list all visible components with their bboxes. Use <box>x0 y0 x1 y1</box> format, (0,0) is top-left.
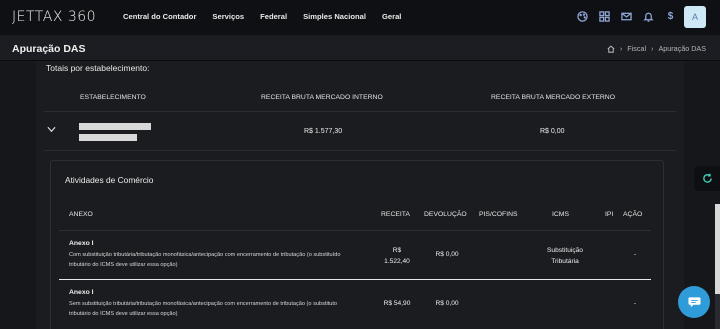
receita-value: R$ 1.522,40 <box>377 245 417 267</box>
chat-icon <box>687 297 701 308</box>
app-logo[interactable]: JETTAX 360 <box>12 9 96 25</box>
table-row: Anexo I Com substituição tributária/trib… <box>59 232 651 280</box>
anexo-name: Anexo I <box>69 289 94 296</box>
col-receita: RECEITA <box>381 211 410 218</box>
page-title: Apuração DAS <box>12 43 86 55</box>
nav-servicos[interactable]: Serviços <box>212 12 244 21</box>
col-estabelecimento: ESTABELECIMENTO <box>80 94 146 101</box>
receita-value: R$ 54,90 <box>383 300 411 307</box>
receita-amount: 1.522,40 <box>384 258 410 265</box>
avatar[interactable]: A <box>684 6 706 28</box>
icms-line-1: Substituição <box>547 247 583 254</box>
top-icon-group: $ <box>577 11 676 22</box>
col-devolucao: DEVOLUÇÃO <box>424 211 467 218</box>
atividades-title: Atividades de Comércio <box>65 175 154 185</box>
nav-central-do-contador[interactable]: Central do Contador <box>123 12 196 21</box>
page-header: Apuração DAS › Fiscal › Apuração DAS <box>0 35 720 61</box>
dollar-icon[interactable]: $ <box>665 11 676 22</box>
breadcrumb-separator: › <box>619 44 623 53</box>
bell-icon[interactable] <box>643 11 654 22</box>
col-receita-interno: RECEITA BRUTA MERCADO INTERNO <box>261 94 383 101</box>
devolucao-value: R$ 0,00 <box>435 251 459 258</box>
col-ipi: IPI <box>605 211 614 218</box>
icms-line-2: Tributária <box>551 258 579 265</box>
col-pis-cofins: PIS/COFINS <box>479 211 518 218</box>
nav-simples-nacional[interactable]: Simples Nacional <box>303 12 366 21</box>
palette-icon[interactable] <box>577 11 588 22</box>
chat-button[interactable] <box>678 286 710 318</box>
home-icon[interactable] <box>607 45 615 53</box>
breadcrumb-fiscal[interactable]: Fiscal <box>627 44 646 53</box>
col-icms: ICMS <box>552 211 569 218</box>
main-nav: Central do Contador Serviços Federal Sim… <box>123 12 401 21</box>
mail-icon[interactable] <box>621 11 632 22</box>
nav-geral[interactable]: Geral <box>382 12 401 21</box>
redacted-estabelecimento-cnpj <box>79 134 137 141</box>
scrollbar-thumb[interactable] <box>715 204 720 294</box>
col-anexo: ANEXO <box>69 211 93 218</box>
nav-federal[interactable]: Federal <box>260 12 287 21</box>
anexo-description: Sem substituição tributária/tributação m… <box>69 301 338 317</box>
grid-icon[interactable] <box>599 11 610 22</box>
col-receita-externo: RECEITA BRUTA MERCADO EXTERNO <box>491 94 615 101</box>
icms-value: Substituição Tributária <box>529 245 601 267</box>
refresh-icon <box>702 173 712 183</box>
acao-value[interactable]: - <box>623 300 647 307</box>
redacted-estabelecimento-name <box>79 123 151 130</box>
anexo-name: Anexo I <box>69 240 94 247</box>
sync-button[interactable] <box>694 166 720 191</box>
receita-externo-value: R$ 0,00 <box>540 128 565 135</box>
table-row: R$ 1.577,30 R$ 0,00 <box>44 113 676 151</box>
top-navbar: JETTAX 360 Central do Contador Serviços … <box>0 0 720 35</box>
col-acao: AÇÃO <box>623 211 643 218</box>
apuracao-card: Totais por estabelecimento: ESTABELECIME… <box>36 61 684 329</box>
acao-value[interactable]: - <box>623 251 647 258</box>
breadcrumb-separator: › <box>651 44 654 53</box>
atividades-table-header: ANEXO RECEITA DEVOLUÇÃO PIS/COFINS ICMS … <box>59 205 651 231</box>
totais-table-header: ESTABELECIMENTO RECEITA BRUTA MERCADO IN… <box>44 85 676 112</box>
breadcrumb: › Fiscal › Apuração DAS <box>607 44 706 53</box>
receita-interno-value: R$ 1.577,30 <box>304 128 343 135</box>
devolucao-value: R$ 0,00 <box>435 300 459 307</box>
receita-currency: R$ <box>392 247 402 254</box>
totais-title: Totais por estabelecimento: <box>46 63 150 73</box>
anexo-description: Com substituição tributária/tributação m… <box>69 252 341 268</box>
chevron-down-icon[interactable] <box>47 126 56 135</box>
atividades-panel: Atividades de Comércio ANEXO RECEITA DEV… <box>50 160 664 329</box>
breadcrumb-current: Apuração DAS <box>658 44 706 53</box>
table-row: Anexo I Sem substituição tributária/trib… <box>59 281 651 329</box>
